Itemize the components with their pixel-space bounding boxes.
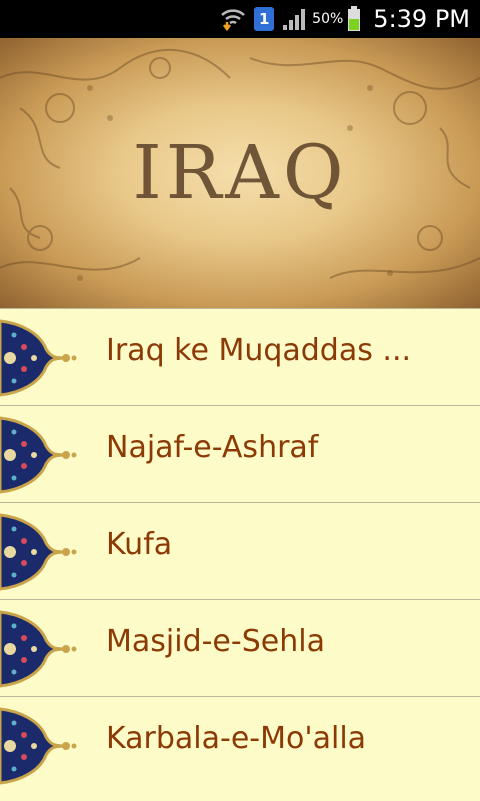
- list-item[interactable]: Kufa: [0, 503, 480, 600]
- wifi-download-icon: [221, 9, 246, 31]
- list-item[interactable]: Karbala-e-Mo'alla: [0, 697, 480, 793]
- list-item[interactable]: Iraq ke Muqaddas ...: [0, 309, 480, 406]
- ornament-icon: [0, 416, 77, 494]
- signal-icon: [283, 9, 306, 30]
- sim-badge: 1: [254, 7, 275, 31]
- status-time: 5:39 PM: [373, 5, 470, 33]
- item-label: Iraq ke Muqaddas ...: [106, 333, 412, 368]
- item-label: Karbala-e-Mo'alla: [106, 721, 367, 756]
- banner-title: IRAQ: [132, 130, 348, 216]
- battery-percent: 50%: [312, 11, 344, 27]
- battery-icon: [348, 6, 361, 31]
- item-label: Najaf-e-Ashraf: [106, 430, 319, 465]
- status-icons: 1 50% 5:39 PM: [220, 0, 470, 38]
- ornament-icon: [0, 707, 77, 785]
- item-label: Masjid-e-Sehla: [106, 624, 325, 659]
- ornament-icon: [0, 513, 77, 591]
- ornament-icon: [0, 319, 77, 397]
- status-bar: 1 50% 5:39 PM: [0, 0, 480, 38]
- list-item[interactable]: Najaf-e-Ashraf: [0, 406, 480, 503]
- item-label: Kufa: [106, 527, 173, 562]
- ornament-icon: [0, 610, 77, 688]
- list-item[interactable]: Masjid-e-Sehla: [0, 600, 480, 697]
- places-list: Iraq ke Muqaddas ... Najaf-e-Ashraf Kufa…: [0, 308, 480, 801]
- header-banner: IRAQ: [0, 38, 480, 308]
